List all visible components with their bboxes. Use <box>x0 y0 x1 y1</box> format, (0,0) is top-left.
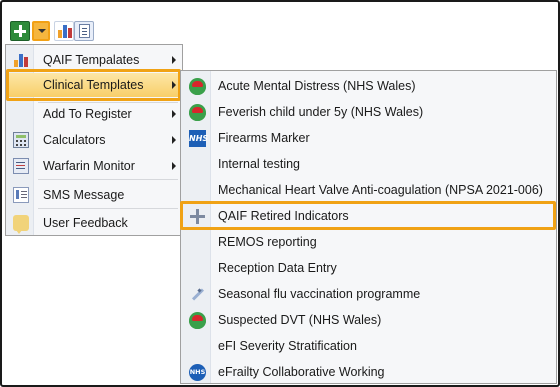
dropdown-button[interactable] <box>32 21 50 41</box>
toolbar <box>5 5 145 45</box>
menu-item-add-to-register[interactable]: Add To Register <box>7 102 182 126</box>
submenu-item-label: Firearms Marker <box>218 131 310 145</box>
menu-item-label: User Feedback <box>43 216 128 230</box>
syringe-icon <box>189 286 206 303</box>
submenu-item-seasonal-flu[interactable]: Seasonal flu vaccination programme <box>182 281 556 307</box>
submenu-arrow-icon <box>172 56 176 64</box>
highlight-box-qaif-retired-indicators <box>180 201 556 230</box>
menu-item-user-feedback[interactable]: User Feedback <box>7 211 182 235</box>
submenu-item-label: Reception Data Entry <box>218 261 337 275</box>
submenu-item-internal-testing[interactable]: Internal testing <box>182 151 556 177</box>
menu-separator <box>38 208 178 209</box>
nhs-wales-icon <box>189 312 206 329</box>
chevron-down-icon <box>38 29 46 33</box>
menu-item-label: Warfarin Monitor <box>43 159 135 173</box>
highlight-box-clinical-templates <box>6 69 181 101</box>
menu-separator <box>38 179 178 180</box>
menu-item-sms-message[interactable]: SMS Message <box>7 183 182 207</box>
submenu-arrow-icon <box>172 162 176 170</box>
submenu-item-label: eFI Severity Stratification <box>218 339 357 353</box>
nhs-icon: NHS <box>189 130 208 147</box>
submenu-item-label: Suspected DVT (NHS Wales) <box>218 313 382 327</box>
bar-chart-icon <box>13 52 29 68</box>
submenu-item-label: Internal testing <box>218 157 300 171</box>
submenu-item-reception-data-entry[interactable]: Reception Data Entry <box>182 255 556 281</box>
menu-item-label: Add To Register <box>43 107 132 121</box>
submenu-arrow-icon <box>172 110 176 118</box>
submenu-item-efi-severity[interactable]: eFI Severity Stratification <box>182 333 556 359</box>
submenu-item-label: Seasonal flu vaccination programme <box>218 287 421 301</box>
document-icon[interactable] <box>74 21 94 41</box>
submenu-item-firearms-marker[interactable]: NHS Firearms Marker <box>182 125 556 151</box>
warfarin-chart-icon <box>13 158 29 174</box>
feedback-icon <box>13 215 29 234</box>
nhs-round-icon: NHS <box>189 364 206 381</box>
menu-item-label: SMS Message <box>43 188 125 202</box>
bar-chart-icon[interactable] <box>54 21 74 41</box>
submenu-item-mechanical-heart-valve[interactable]: Mechanical Heart Valve Anti-coagulation … <box>182 177 556 203</box>
submenu-item-suspected-dvt[interactable]: Suspected DVT (NHS Wales) <box>182 307 556 333</box>
submenu-item-label: Feverish child under 5y (NHS Wales) <box>218 105 424 119</box>
calculator-icon <box>13 132 29 148</box>
add-icon[interactable] <box>10 21 30 41</box>
submenu-item-label: Mechanical Heart Valve Anti-coagulation … <box>218 183 543 197</box>
menu-item-warfarin-monitor[interactable]: Warfarin Monitor <box>7 154 182 178</box>
nhs-wales-icon <box>189 78 206 95</box>
sms-icon <box>13 187 29 203</box>
submenu-item-label: REMOS reporting <box>218 235 317 249</box>
submenu-item-label: Acute Mental Distress (NHS Wales) <box>218 79 416 93</box>
submenu-arrow-icon <box>172 136 176 144</box>
menu-item-label: Calculators <box>43 133 106 147</box>
submenu-item-feverish-child[interactable]: Feverish child under 5y (NHS Wales) <box>182 99 556 125</box>
submenu-item-acute-mental-distress[interactable]: Acute Mental Distress (NHS Wales) <box>182 73 556 99</box>
submenu-item-label: eFrailty Collaborative Working <box>218 365 385 379</box>
submenu-item-efrailty[interactable]: NHS eFrailty Collaborative Working <box>182 359 556 385</box>
submenu-item-remos-reporting[interactable]: REMOS reporting <box>182 229 556 255</box>
nhs-wales-icon <box>189 104 206 121</box>
menu-item-label: QAIF Tempalates <box>43 53 140 67</box>
menu-item-calculators[interactable]: Calculators <box>7 128 182 152</box>
